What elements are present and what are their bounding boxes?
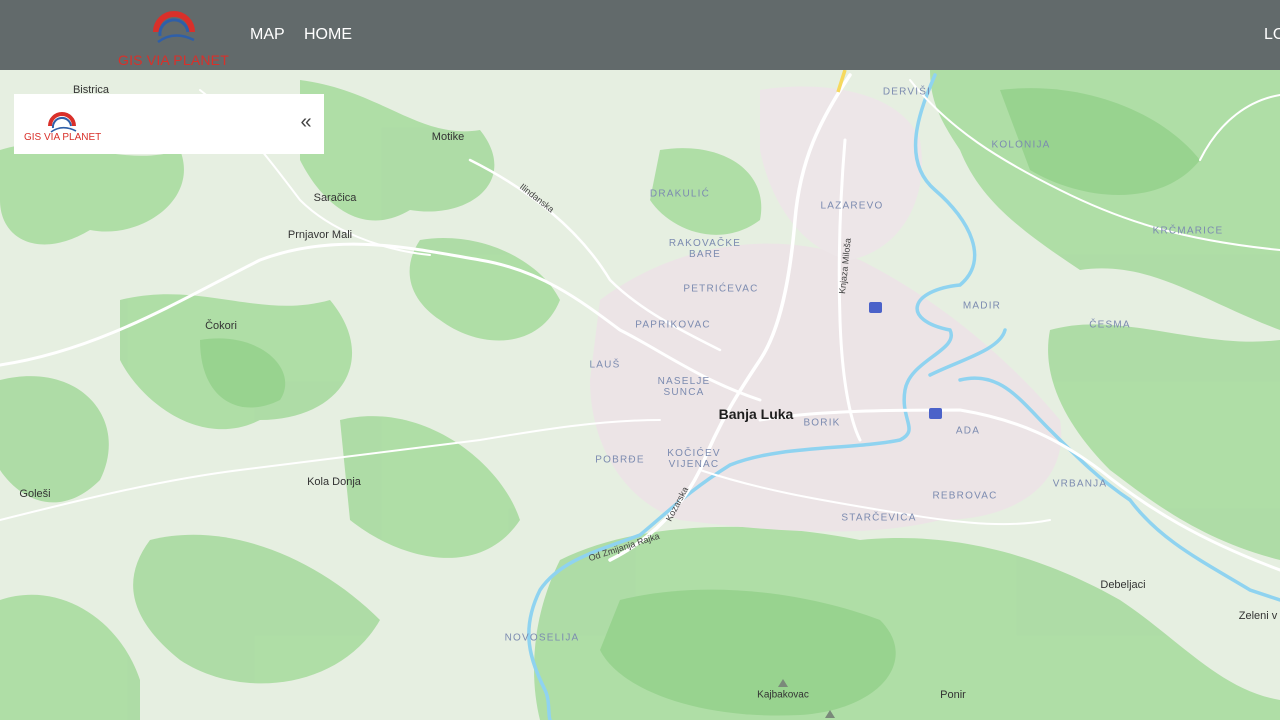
place-golesi: Goleši	[19, 488, 51, 500]
brand-name: GIS VIA PLANET	[118, 52, 229, 68]
peak-icon	[778, 679, 788, 687]
district-laus: LAUŠ	[589, 359, 621, 371]
nav-home-link[interactable]: HOME	[304, 26, 352, 44]
bus-station-icon[interactable]	[929, 408, 942, 419]
district-vrbanja: VRBANJA	[1052, 478, 1108, 490]
globe-logo-icon	[48, 112, 77, 133]
district-drakulic: DRAKULIĆ	[649, 188, 711, 200]
peak-icon	[825, 710, 835, 718]
double-chevron-left-icon: «	[300, 111, 312, 133]
place-motike: Motike	[431, 131, 465, 143]
district-ada: ADA	[955, 425, 981, 437]
brand-logo[interactable]: GIS VIA PLANET	[118, 2, 234, 68]
district-cesma: ČESMA	[1089, 319, 1131, 331]
map-view[interactable]: Bistrica Motike Saračica Prnjavor Mali Č…	[0, 70, 1280, 720]
district-kocicev-vijenac: KOČIĆEV VIJENAC	[667, 448, 721, 470]
panel-brand-name: GIS VIA PLANET	[24, 132, 102, 143]
district-lazarevo: LAZAREVO	[820, 200, 884, 212]
place-ponir: Ponir	[940, 689, 966, 701]
district-krcmarice: KRČMARICE	[1152, 225, 1224, 237]
place-prnjavor-mali: Prnjavor Mali	[287, 229, 353, 241]
place-kola-donja: Kola Donja	[307, 476, 361, 488]
place-banja-luka: Banja Luka	[718, 406, 794, 422]
place-saracica: Saračica	[313, 192, 357, 204]
district-borik: BORIK	[803, 417, 841, 429]
side-panel: GIS VIA PLANET «	[14, 94, 324, 154]
panel-logo: GIS VIA PLANET	[22, 104, 112, 144]
district-dervisi: DERVIŠI	[882, 86, 932, 98]
place-zeleni-v: Zeleni v	[1238, 610, 1278, 622]
district-paprikovac: PAPRIKOVAC	[635, 319, 711, 331]
district-naselje-sunca: NASELJE SUNCA	[657, 376, 711, 398]
place-kajbakovac: Kajbakovac	[757, 689, 809, 701]
collapse-panel-button[interactable]: «	[296, 112, 316, 134]
district-rakovacke-bare: RAKOVAČKE BARE	[668, 238, 742, 260]
district-madir: MADIR	[962, 300, 1002, 312]
map-basemap	[0, 70, 1280, 720]
district-kolonija: KOLONIJA	[991, 139, 1051, 151]
top-navbar: GIS VIA PLANET MAP HOME LO	[0, 0, 1280, 70]
district-starcevica: STARČEVICA	[841, 512, 917, 524]
bus-station-icon[interactable]	[869, 302, 882, 313]
district-petricevac: PETRIĆEVAC	[683, 283, 759, 295]
district-novoselija: NOVOSELIJA	[504, 632, 580, 644]
district-rebrovac: REBROVAC	[932, 490, 998, 502]
login-link[interactable]: LO	[1264, 26, 1280, 44]
nav-map-link[interactable]: MAP	[250, 26, 285, 44]
place-cokori: Čokori	[205, 320, 237, 332]
globe-logo-icon	[153, 11, 195, 44]
district-pobrde: POBRĐE	[595, 454, 645, 466]
place-debeljaci: Debeljaci	[1100, 579, 1146, 591]
